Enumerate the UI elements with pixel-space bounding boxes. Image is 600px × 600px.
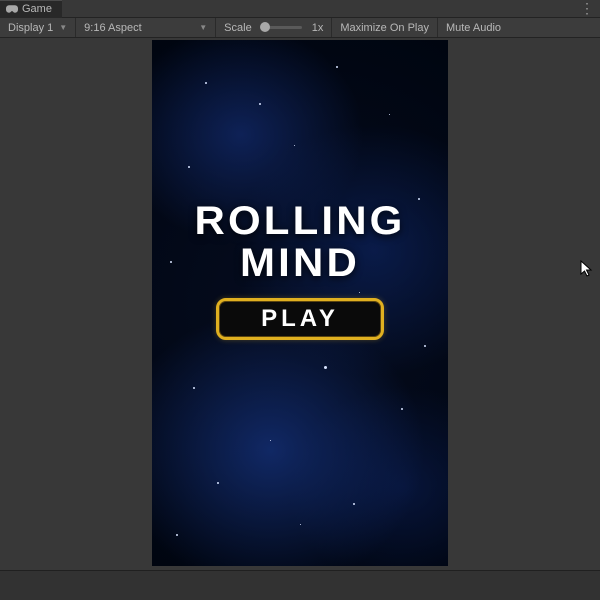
game-viewport: ROLLING MIND PLAY bbox=[0, 38, 600, 600]
mute-audio-toggle[interactable]: Mute Audio bbox=[438, 18, 509, 37]
title-line-2: MIND bbox=[152, 242, 448, 284]
scale-control[interactable]: Scale 1x bbox=[216, 18, 332, 37]
tab-label: Game bbox=[22, 3, 52, 15]
title-line-1: ROLLING bbox=[152, 200, 448, 242]
tab-bar: Game ⋮ bbox=[0, 0, 600, 18]
tab-game[interactable]: Game bbox=[0, 0, 62, 18]
game-title: ROLLING MIND bbox=[152, 200, 448, 284]
aspect-label: 9:16 Aspect bbox=[84, 22, 142, 34]
chevron-down-icon: ▼ bbox=[199, 23, 207, 32]
maximize-on-play-toggle[interactable]: Maximize On Play bbox=[332, 18, 438, 37]
gamepad-icon bbox=[6, 4, 18, 14]
display-dropdown[interactable]: Display 1 ▼ bbox=[0, 18, 76, 37]
game-render-area[interactable]: ROLLING MIND PLAY bbox=[152, 40, 448, 566]
slider-thumb[interactable] bbox=[260, 22, 270, 32]
aspect-dropdown[interactable]: 9:16 Aspect ▼ bbox=[76, 18, 216, 37]
maximize-label: Maximize On Play bbox=[340, 22, 429, 34]
display-label: Display 1 bbox=[8, 22, 53, 34]
mute-audio-label: Mute Audio bbox=[446, 22, 501, 34]
scale-slider[interactable] bbox=[262, 26, 302, 29]
scale-value: 1x bbox=[312, 22, 324, 34]
chevron-down-icon: ▼ bbox=[59, 23, 67, 32]
bottom-panel-strip bbox=[0, 570, 600, 600]
play-button[interactable]: PLAY bbox=[216, 298, 384, 340]
game-toolbar: Display 1 ▼ 9:16 Aspect ▼ Scale 1x Maxim… bbox=[0, 18, 600, 38]
play-button-label: PLAY bbox=[261, 305, 339, 333]
tab-menu-icon[interactable]: ⋮ bbox=[580, 0, 600, 17]
scale-label: Scale bbox=[224, 22, 252, 34]
